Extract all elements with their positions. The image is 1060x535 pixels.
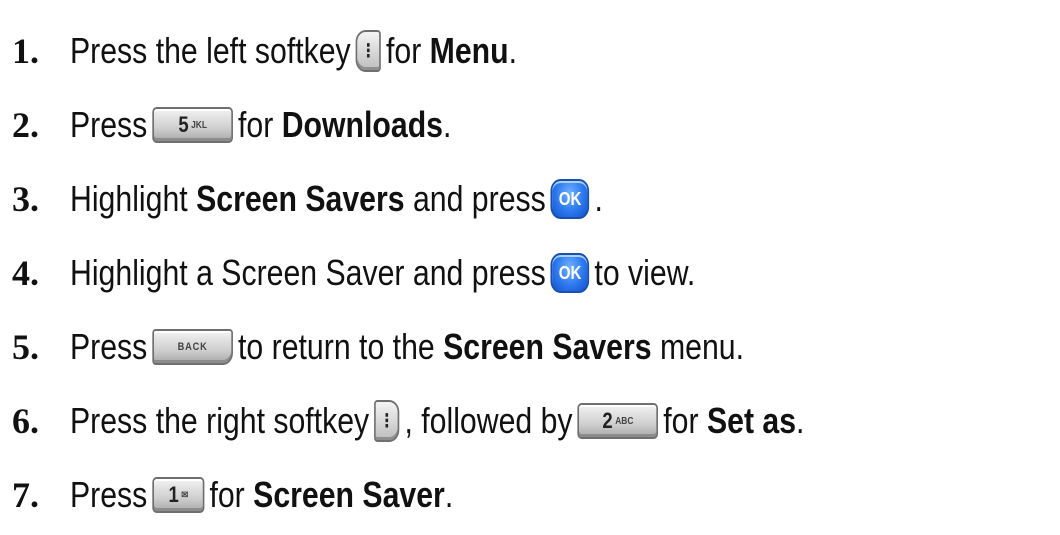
menu-name: Menu <box>429 30 509 71</box>
menu-name: Downloads <box>281 104 444 145</box>
step-text: Press the right softkey ⁝, followed by 2… <box>70 400 804 442</box>
key-5-jkl-icon: 5 JKL <box>152 107 233 143</box>
right-softkey-icon: ⁝ <box>374 400 400 442</box>
left-softkey-icon: ⁝ <box>355 30 381 72</box>
menu-name: Screen Savers <box>443 326 652 367</box>
step-text-part: . <box>796 400 805 441</box>
step-text-part: for <box>385 30 422 71</box>
key-digit: 5 <box>178 112 189 137</box>
key-letters: ABC <box>615 415 634 427</box>
step-text-part: . <box>594 178 603 219</box>
step-text-part: menu. <box>659 326 745 367</box>
step-text-part: Press the right softkey <box>70 400 370 441</box>
step-number: 5. <box>12 327 39 367</box>
key-label: BACK <box>177 341 208 353</box>
step-number: 6. <box>12 401 39 441</box>
step-4: 4. Highlight a Screen Saver and press OK… <box>12 236 1052 310</box>
step-3: 3. Highlight Screen Savers and press OK. <box>12 162 1052 236</box>
step-text-part: Highlight <box>70 178 188 219</box>
key-letters: JKL <box>191 119 208 131</box>
step-text-part: . <box>508 30 518 71</box>
step-number: 3. <box>12 179 39 219</box>
step-text-part: for <box>238 104 274 145</box>
step-text-part: Press <box>70 326 148 367</box>
step-text-part: Press <box>70 474 148 515</box>
step-text-part: , followed by <box>404 400 573 441</box>
step-text: Press the left softkey ⁝ for Menu. <box>70 30 517 72</box>
menu-name: Screen Saver <box>253 474 445 515</box>
menu-name: Set as <box>706 400 797 441</box>
step-1: 1. Press the left softkey ⁝ for Menu. <box>12 14 1052 88</box>
back-key-icon: BACK <box>152 329 233 365</box>
ok-key-icon: OK <box>550 253 590 293</box>
step-text-part: for <box>209 474 245 515</box>
step-2: 2. Press 5 JKL for Downloads. <box>12 88 1052 162</box>
key-digit: 1 <box>168 482 179 507</box>
step-text-part: . <box>443 104 452 145</box>
step-5: 5. Press BACK to return to the Screen Sa… <box>12 310 1052 384</box>
step-number: 4. <box>12 253 39 293</box>
menu-name: Screen Savers <box>196 178 405 219</box>
step-text: Press BACK to return to the Screen Saver… <box>70 326 744 368</box>
step-number: 2. <box>12 105 39 145</box>
step-text-part: and press <box>412 178 546 219</box>
key-digit: 2 <box>602 408 613 433</box>
step-text-part: Press the left softkey <box>70 30 351 71</box>
step-6: 6. Press the right softkey ⁝, followed b… <box>12 384 1052 458</box>
step-text: Press 1 ✉ for Screen Saver. <box>70 474 453 516</box>
step-number: 1. <box>12 31 39 71</box>
step-text-part: . <box>444 474 454 515</box>
step-text: Highlight Screen Savers and press OK. <box>70 178 603 220</box>
step-text-part: to view. <box>594 252 696 293</box>
step-text: Highlight a Screen Saver and press OK to… <box>70 252 695 294</box>
key-1-voicemail-icon: 1 ✉ <box>152 477 205 513</box>
step-7: 7. Press 1 ✉ for Screen Saver. <box>12 458 1052 532</box>
step-text-part: for <box>663 400 699 441</box>
step-number: 7. <box>12 475 39 515</box>
step-text-part: to return to the <box>238 326 435 367</box>
step-text: Press 5 JKL for Downloads. <box>70 104 451 146</box>
voicemail-icon: ✉ <box>181 489 189 501</box>
instruction-list: 1. Press the left softkey ⁝ for Menu. 2.… <box>12 14 1052 532</box>
step-text-part: Highlight a Screen Saver and press <box>70 252 546 293</box>
ok-key-icon: OK <box>550 179 590 219</box>
key-2-abc-icon: 2 ABC <box>577 403 659 439</box>
step-text-part: Press <box>70 104 148 145</box>
